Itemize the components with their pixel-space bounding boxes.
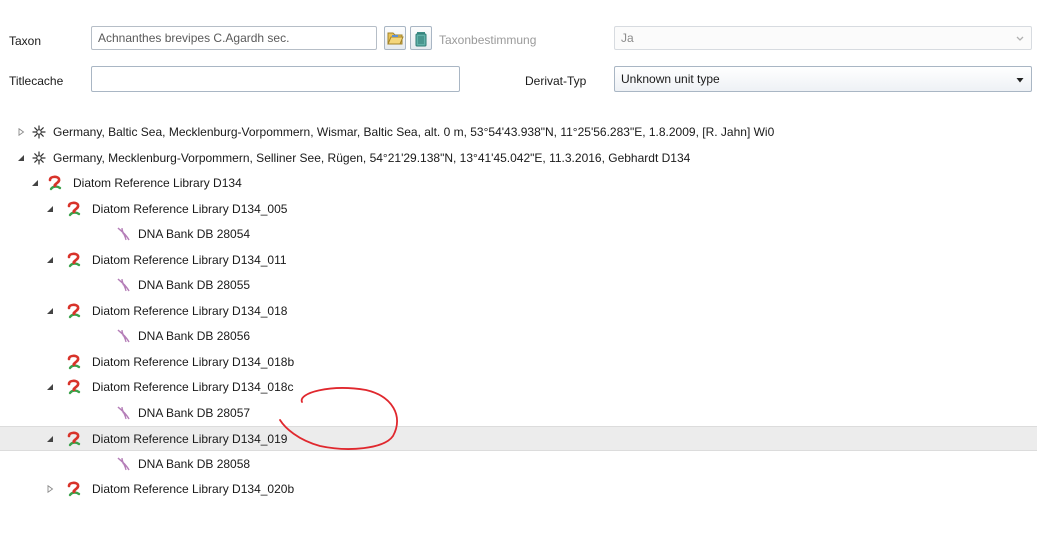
taxonbestimmung-label: Taxonbestimmung: [439, 33, 537, 47]
derivat-typ-value: Unknown unit type: [621, 72, 720, 86]
specimen-icon: [67, 379, 81, 395]
dna-icon: [117, 329, 130, 343]
collapsed-arrow-icon[interactable]: [17, 128, 25, 136]
tree-node-label: Diatom Reference Library D134_018c: [92, 380, 294, 394]
field-unit-icon: [32, 151, 46, 165]
expanded-arrow-icon[interactable]: [46, 383, 54, 391]
taxon-label: Taxon: [9, 34, 42, 48]
tree-node-label: Diatom Reference Library D134_005: [92, 202, 288, 216]
tree-node-label: DNA Bank DB 28055: [138, 278, 251, 292]
tree-row[interactable]: Germany, Baltic Sea, Mecklenburg-Vorpomm…: [0, 120, 1037, 145]
dna-icon: [117, 457, 130, 471]
tree-row[interactable]: DNA Bank DB 28057: [0, 401, 1037, 426]
tree-node-label: Diatom Reference Library D134_018b: [92, 355, 295, 369]
chevron-down-icon: [1016, 36, 1024, 41]
tree-node-label: DNA Bank DB 28056: [138, 329, 251, 343]
specimen-icon: [67, 201, 81, 217]
specimen-icon: [48, 175, 62, 191]
chevron-down-icon: [1016, 78, 1024, 83]
derivat-typ-select[interactable]: Unknown unit type: [614, 66, 1032, 92]
open-folder-button[interactable]: [384, 26, 406, 50]
tree-row[interactable]: Diatom Reference Library D134_019: [0, 426, 1037, 451]
delete-button[interactable]: [410, 26, 432, 50]
tree-row[interactable]: DNA Bank DB 28058: [0, 452, 1037, 477]
trash-icon: [415, 32, 427, 47]
tree-row[interactable]: DNA Bank DB 28056: [0, 324, 1037, 349]
expanded-arrow-icon[interactable]: [46, 307, 54, 315]
specimen-icon: [67, 252, 81, 268]
expanded-arrow-icon[interactable]: [46, 256, 54, 264]
titlecache-row: Titlecache Derivat-Typ Unknown unit type: [0, 66, 1037, 96]
tree-node-label: Diatom Reference Library D134: [73, 176, 242, 190]
tree-row[interactable]: Diatom Reference Library D134_005: [0, 197, 1037, 222]
folder-open-icon: [387, 32, 404, 45]
tree-node-label: Diatom Reference Library D134_019: [92, 432, 288, 446]
collapsed-arrow-icon[interactable]: [46, 485, 54, 493]
expanded-arrow-icon[interactable]: [31, 179, 39, 187]
taxon-row: Taxon Achnanthes brevipes C.Agardh sec. …: [0, 24, 1037, 54]
tree-row[interactable]: Diatom Reference Library D134_018c: [0, 375, 1037, 400]
dna-icon: [117, 278, 130, 292]
specimen-icon: [67, 481, 81, 497]
taxonbestimmung-value: Ja: [621, 31, 634, 45]
tree-row[interactable]: Diatom Reference Library D134_018b: [0, 350, 1037, 375]
tree-node-label: Diatom Reference Library D134_011: [92, 253, 287, 267]
tree-row[interactable]: Diatom Reference Library D134_020b: [0, 477, 1037, 502]
tree-node-label: Diatom Reference Library D134_018: [92, 304, 288, 318]
tree-row[interactable]: Diatom Reference Library D134_011: [0, 248, 1037, 273]
field-unit-icon: [32, 125, 46, 139]
expanded-arrow-icon[interactable]: [46, 435, 54, 443]
tree-row[interactable]: Diatom Reference Library D134_018: [0, 299, 1037, 324]
dna-icon: [117, 406, 130, 420]
expanded-arrow-icon[interactable]: [46, 205, 54, 213]
tree-node-label: DNA Bank DB 28058: [138, 457, 251, 471]
titlecache-label: Titlecache: [9, 74, 64, 88]
titlecache-input[interactable]: [91, 66, 460, 92]
derivat-typ-label: Derivat-Typ: [525, 74, 587, 88]
tree-node-label: DNA Bank DB 28057: [138, 406, 251, 420]
tree-row[interactable]: Germany, Mecklenburg-Vorpommern, Selline…: [0, 146, 1037, 171]
specimen-icon: [67, 354, 81, 370]
tree-row[interactable]: DNA Bank DB 28055: [0, 273, 1037, 298]
expanded-arrow-icon[interactable]: [17, 154, 25, 162]
tree-node-label: Diatom Reference Library D134_020b: [92, 482, 295, 496]
dna-icon: [117, 227, 130, 241]
tree-node-label: DNA Bank DB 28054: [138, 227, 251, 241]
tree-node-label: Germany, Baltic Sea, Mecklenburg-Vorpomm…: [53, 125, 775, 139]
specimen-icon: [67, 303, 81, 319]
tree-node-label: Germany, Mecklenburg-Vorpommern, Selline…: [53, 151, 691, 165]
tree-row[interactable]: Diatom Reference Library D134: [0, 171, 1037, 196]
tree-row[interactable]: DNA Bank DB 28054: [0, 222, 1037, 247]
taxon-field[interactable]: Achnanthes brevipes C.Agardh sec.: [91, 26, 377, 50]
taxonbestimmung-select[interactable]: Ja: [614, 26, 1032, 50]
specimen-icon: [67, 431, 81, 447]
